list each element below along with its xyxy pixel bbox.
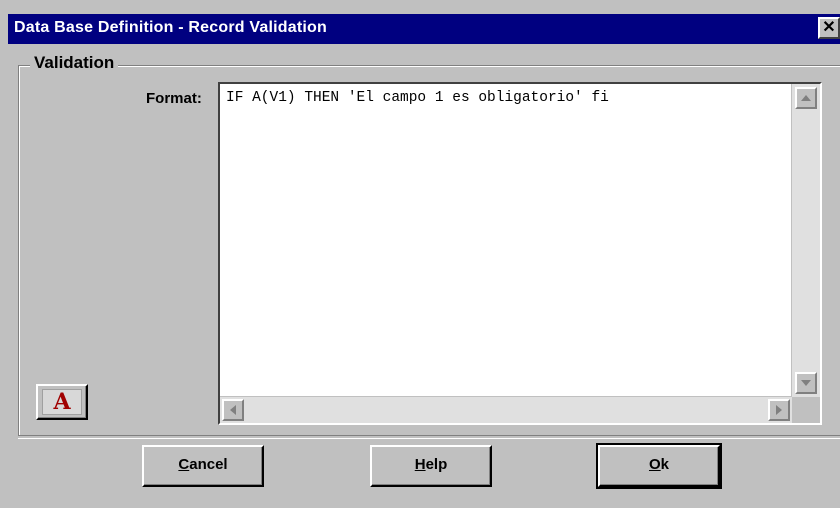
format-textarea[interactable]: IF A(V1) THEN 'El campo 1 es obligatorio… — [218, 82, 822, 425]
help-label-rest: elp — [425, 456, 448, 473]
ok-button[interactable]: Ok — [596, 443, 722, 489]
arrow-left-icon — [230, 405, 236, 415]
close-button[interactable]: ✕ — [818, 17, 840, 39]
title-bar[interactable]: Data Base Definition - Record Validation… — [8, 14, 840, 44]
vertical-scrollbar[interactable] — [791, 84, 820, 397]
record-validation-dialog: Data Base Definition - Record Validation… — [0, 0, 840, 508]
cancel-label-rest: ancel — [189, 456, 228, 473]
scrollbar-corner — [792, 397, 820, 423]
close-icon: ✕ — [822, 19, 836, 36]
scroll-down-button[interactable] — [795, 372, 817, 394]
cancel-mnemonic: C — [178, 456, 190, 473]
cancel-button[interactable]: Cancel — [142, 445, 264, 487]
arrow-down-icon — [801, 380, 811, 386]
validation-group-label: Validation — [30, 53, 119, 73]
font-button[interactable]: A — [36, 384, 88, 420]
window-title: Data Base Definition - Record Validation — [14, 19, 327, 36]
format-expression-text[interactable]: IF A(V1) THEN 'El campo 1 es obligatorio… — [226, 90, 786, 106]
ok-mnemonic: O — [648, 456, 661, 473]
scroll-left-button[interactable] — [222, 399, 244, 421]
ok-label-rest: k — [660, 456, 669, 473]
arrow-up-icon — [801, 95, 811, 101]
horizontal-scrollbar[interactable] — [220, 396, 792, 423]
scroll-right-button[interactable] — [768, 399, 790, 421]
font-a-icon: A — [42, 389, 82, 415]
help-mnemonic: H — [414, 456, 426, 473]
help-button[interactable]: Help — [370, 445, 492, 487]
arrow-right-icon — [776, 405, 782, 415]
separator — [18, 435, 840, 439]
scroll-up-button[interactable] — [795, 87, 817, 109]
format-label: Format: — [146, 90, 202, 107]
